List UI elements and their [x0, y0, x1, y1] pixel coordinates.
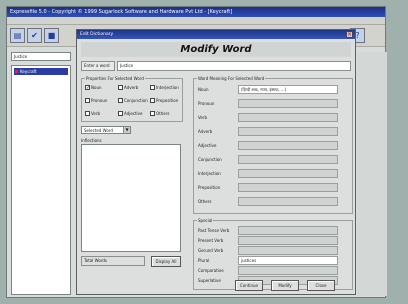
- properties-group: Properties For Selected Word ✓ Noun Adver…: [81, 76, 183, 122]
- checkbox-box: [150, 111, 155, 116]
- meaning-field[interactable]: [238, 141, 338, 150]
- continue-button[interactable]: Continue: [235, 280, 263, 291]
- meaning-field[interactable]: [238, 155, 338, 164]
- meaning-row: Others: [198, 197, 338, 206]
- inflections-list[interactable]: [81, 144, 181, 252]
- dialog-heading: Modify Word: [81, 42, 351, 57]
- checkbox-box: [85, 111, 90, 116]
- meanings-title: Word Meaning For Selected Word: [197, 76, 266, 81]
- meaning-field[interactable]: [238, 113, 338, 122]
- dialog-title: Edit Dictionary: [80, 32, 114, 37]
- special-title: Special: [197, 218, 214, 223]
- meaning-row: Interjection: [198, 169, 338, 178]
- adjective-checkbox[interactable]: Adjective: [118, 111, 142, 116]
- meaning-row: Verb: [198, 113, 338, 122]
- checkbox-box: [118, 85, 123, 90]
- meaning-row: Noun (हिन्दी शब्द, न्याय, इंसाफ़, ...): [198, 85, 338, 94]
- app-title: Expressfile 5.0 - Copyright © 1999 Sugar…: [10, 9, 233, 15]
- word-input[interactable]: Justice: [117, 61, 351, 71]
- meaning-field[interactable]: (हिन्दी शब्द, न्याय, इंसाफ़, ...): [238, 85, 338, 94]
- check-icon[interactable]: ✔: [27, 28, 42, 43]
- special-field[interactable]: [238, 246, 338, 255]
- word-type-select[interactable]: Selected Word ▼: [81, 126, 131, 134]
- close-button[interactable]: Close: [307, 280, 335, 291]
- word-type-select-value: Selected Word: [84, 128, 113, 133]
- app-title-bar: Expressfile 5.0 - Copyright © 1999 Sugar…: [7, 7, 385, 17]
- special-field[interactable]: [238, 266, 338, 275]
- checkbox-box: [85, 98, 90, 103]
- special-row: Past Tense Verb: [198, 226, 338, 235]
- conjunction-checkbox[interactable]: Conjunction: [118, 98, 148, 103]
- edit-dictionary-dialog: Edit Dictionary × Modify Word Enter a wo…: [76, 29, 356, 295]
- meaning-field[interactable]: [238, 183, 338, 192]
- close-icon[interactable]: ×: [346, 31, 353, 38]
- meanings-group: Word Meaning For Selected Word Noun (हिन्…: [193, 76, 353, 214]
- preposition-checkbox[interactable]: Preposition: [150, 98, 178, 103]
- others-checkbox[interactable]: Others: [150, 111, 169, 116]
- list-item[interactable]: Keycraft: [14, 68, 68, 75]
- meaning-row: Conjunction: [198, 155, 338, 164]
- meaning-row: Adverb: [198, 127, 338, 136]
- meaning-field[interactable]: [238, 169, 338, 178]
- pronoun-checkbox[interactable]: Pronoun: [85, 98, 107, 103]
- total-words-label: Total Words: [81, 256, 145, 266]
- special-row: Plural justices: [198, 256, 338, 265]
- special-field[interactable]: [238, 236, 338, 245]
- disk-icon[interactable]: ■: [44, 28, 59, 43]
- special-field[interactable]: [238, 226, 338, 235]
- noun-checkbox[interactable]: ✓ Noun: [85, 85, 102, 91]
- meaning-row: Preposition: [198, 183, 338, 192]
- meaning-field[interactable]: [238, 197, 338, 206]
- meaning-field[interactable]: [238, 127, 338, 136]
- adverb-checkbox[interactable]: Adverb: [118, 85, 138, 90]
- special-row: Present Verb: [198, 236, 338, 245]
- meaning-field[interactable]: [238, 99, 338, 108]
- meaning-row: Adjective: [198, 141, 338, 150]
- save-icon[interactable]: ▤: [10, 28, 25, 43]
- menu-bar: [7, 17, 385, 25]
- modify-button[interactable]: Modify: [271, 280, 299, 291]
- interjection-checkbox[interactable]: Interjection: [150, 85, 179, 90]
- meaning-row: Pronoun: [198, 99, 338, 108]
- word-row: Enter a word Justice: [81, 61, 353, 71]
- special-row: Comparative: [198, 266, 338, 275]
- special-row: Gerund Verb: [198, 246, 338, 255]
- verb-checkbox[interactable]: Verb: [85, 111, 100, 116]
- checkbox-box: [118, 111, 123, 116]
- checkbox-box: ✓: [85, 85, 91, 91]
- right-panel: [357, 52, 387, 296]
- special-field[interactable]: justices: [238, 256, 338, 265]
- chevron-down-icon[interactable]: ▼: [123, 127, 130, 133]
- checkbox-box: [118, 98, 123, 103]
- checkbox-box: [150, 85, 155, 90]
- word-label: Enter a word: [81, 61, 115, 71]
- left-list[interactable]: Keycraft: [11, 65, 71, 295]
- checkbox-box: [150, 98, 155, 103]
- properties-title: Properties For Selected Word: [85, 76, 145, 81]
- left-search-input[interactable]: Justice: [11, 52, 71, 61]
- display-all-button[interactable]: Display All: [151, 256, 181, 267]
- dialog-title-bar: Edit Dictionary ×: [77, 30, 355, 39]
